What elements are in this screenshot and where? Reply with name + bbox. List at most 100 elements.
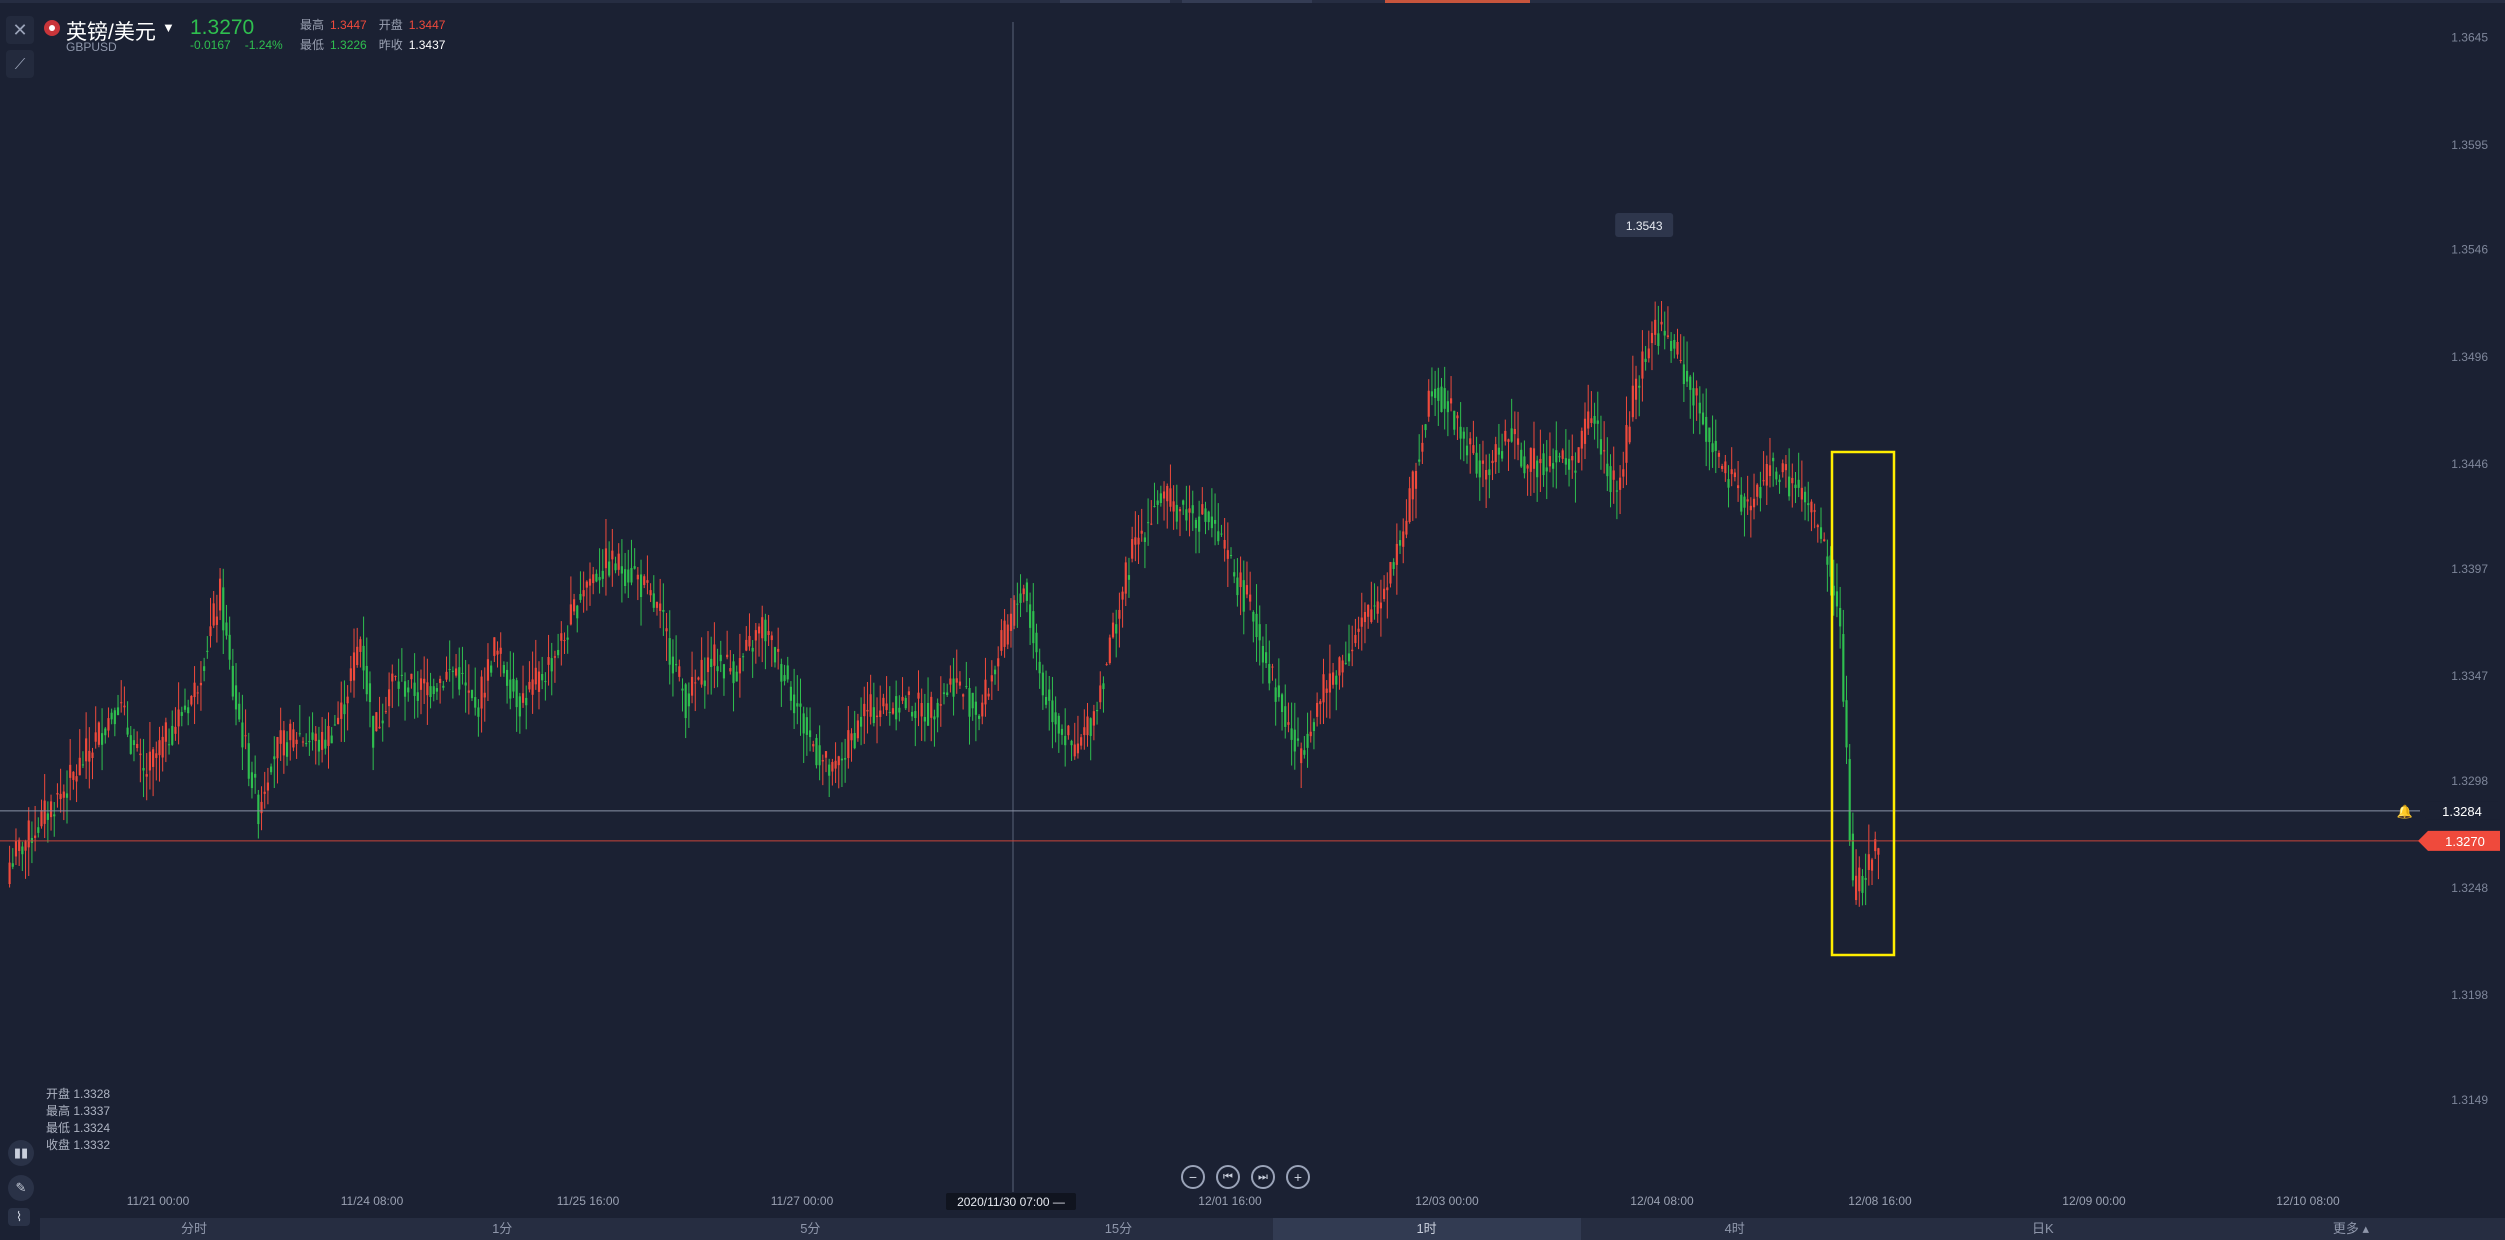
candle-body	[1038, 661, 1041, 674]
chart-type-icon[interactable]: ⌇	[8, 1208, 30, 1226]
y-tick-label: 1.3248	[2451, 881, 2488, 895]
candle-body	[649, 590, 652, 596]
candle-body	[1685, 370, 1689, 382]
candle-body	[1134, 537, 1137, 545]
candle-body	[879, 710, 882, 717]
candle-body	[1590, 418, 1593, 423]
candle-body	[1395, 543, 1398, 565]
candle-body	[228, 634, 231, 660]
candle-body	[866, 709, 869, 712]
x-tick-label: 12/04 08:00	[1630, 1194, 1694, 1208]
zoom-in-button[interactable]: +	[1286, 1165, 1310, 1189]
candle-body	[1316, 702, 1319, 717]
candle-body	[1300, 748, 1303, 764]
candle-body	[732, 661, 735, 684]
x-tick-label: 11/21 00:00	[127, 1194, 190, 1208]
candle-body	[110, 712, 113, 720]
zoom-out-button[interactable]: −	[1181, 1165, 1205, 1189]
candle-body	[799, 703, 802, 707]
candle-body	[678, 666, 681, 677]
candle-body	[984, 679, 987, 705]
candle-body	[1606, 463, 1609, 477]
tab-1hour[interactable]: 1时	[1272, 1218, 1581, 1240]
candlestick-chart[interactable]: 1.3645 1.3595 1.3546 1.3496 1.3446 1.3397 1.33…	[0, 0, 2505, 1240]
candle-body	[21, 846, 24, 855]
indicator-icon[interactable]: ▮▮	[8, 1140, 34, 1166]
candle-body	[218, 578, 222, 611]
candle-body	[1759, 486, 1762, 499]
tab-daily[interactable]: 日K	[1889, 1218, 2197, 1240]
tab-15min[interactable]: 15分	[964, 1218, 1272, 1240]
candle-body	[1826, 556, 1829, 565]
candle-body	[203, 666, 206, 671]
tab-timeline[interactable]: 分时	[40, 1218, 348, 1240]
candle-body	[569, 604, 572, 625]
candle-body	[1708, 427, 1711, 443]
candle-body	[254, 773, 257, 778]
candle-body	[541, 674, 544, 681]
candle-body	[1060, 728, 1064, 735]
candle-body	[1453, 410, 1456, 430]
candle-body	[72, 771, 75, 780]
candle-body	[8, 862, 11, 885]
tab-4hour[interactable]: 4时	[1581, 1218, 1889, 1240]
candle-body	[1086, 716, 1089, 736]
candle-body	[1839, 607, 1842, 627]
candle-body	[1628, 426, 1631, 443]
candle-body	[502, 665, 505, 674]
candle-body	[1507, 439, 1510, 442]
candle-body	[745, 639, 748, 651]
candle-body	[1555, 450, 1558, 463]
candle-body	[190, 695, 193, 705]
candle-body	[1437, 387, 1440, 401]
candle-body	[1631, 385, 1634, 418]
candle-body	[1325, 688, 1328, 693]
candle-body	[1752, 498, 1756, 508]
candle-body	[1717, 452, 1721, 457]
candle-body	[1284, 706, 1287, 727]
scroll-start-button[interactable]: ⏮	[1216, 1165, 1240, 1189]
candle-body	[356, 646, 359, 666]
candle-body	[1845, 700, 1848, 748]
candle-body	[295, 739, 298, 745]
candle-body	[1539, 458, 1542, 464]
candle-body	[400, 674, 403, 676]
tab-more[interactable]: 更多 ▴	[2197, 1218, 2505, 1240]
candle-body	[454, 668, 458, 676]
candle-body	[1344, 662, 1347, 664]
candle-body	[576, 605, 579, 619]
candle-body	[1609, 466, 1612, 493]
candle-body	[419, 678, 423, 690]
candle-body	[844, 758, 847, 760]
candle-body	[930, 696, 933, 718]
pencil-icon[interactable]: ✎	[8, 1175, 34, 1201]
y-tick-label: 1.3298	[2451, 774, 2488, 788]
candle-body	[1306, 733, 1309, 748]
candle-body	[1612, 470, 1615, 480]
candle-body	[1775, 471, 1778, 480]
tab-5min[interactable]: 5分	[656, 1218, 964, 1240]
candle-body	[206, 650, 209, 652]
scroll-end-button[interactable]: ⏭	[1251, 1165, 1275, 1189]
candle-body	[1102, 683, 1105, 690]
candle-body	[1564, 458, 1567, 465]
candle-body	[917, 692, 920, 699]
candle-body	[1099, 685, 1102, 703]
candle-body	[260, 801, 263, 814]
candle-body	[486, 659, 490, 681]
tab-1min[interactable]: 1分	[348, 1218, 656, 1240]
candle-body	[1207, 511, 1210, 523]
candle-body	[783, 675, 786, 682]
candle-body	[234, 685, 238, 710]
candle-body	[1465, 445, 1469, 456]
candle-body	[397, 681, 400, 689]
candle-body	[215, 616, 218, 625]
candle-body	[1548, 456, 1552, 467]
candle-body	[426, 682, 429, 696]
candle-body	[53, 814, 56, 817]
candle-body	[531, 679, 534, 695]
candle-body	[652, 593, 655, 608]
candle-body	[1041, 672, 1044, 696]
candle-body	[955, 678, 958, 683]
candle-body	[1140, 530, 1143, 534]
